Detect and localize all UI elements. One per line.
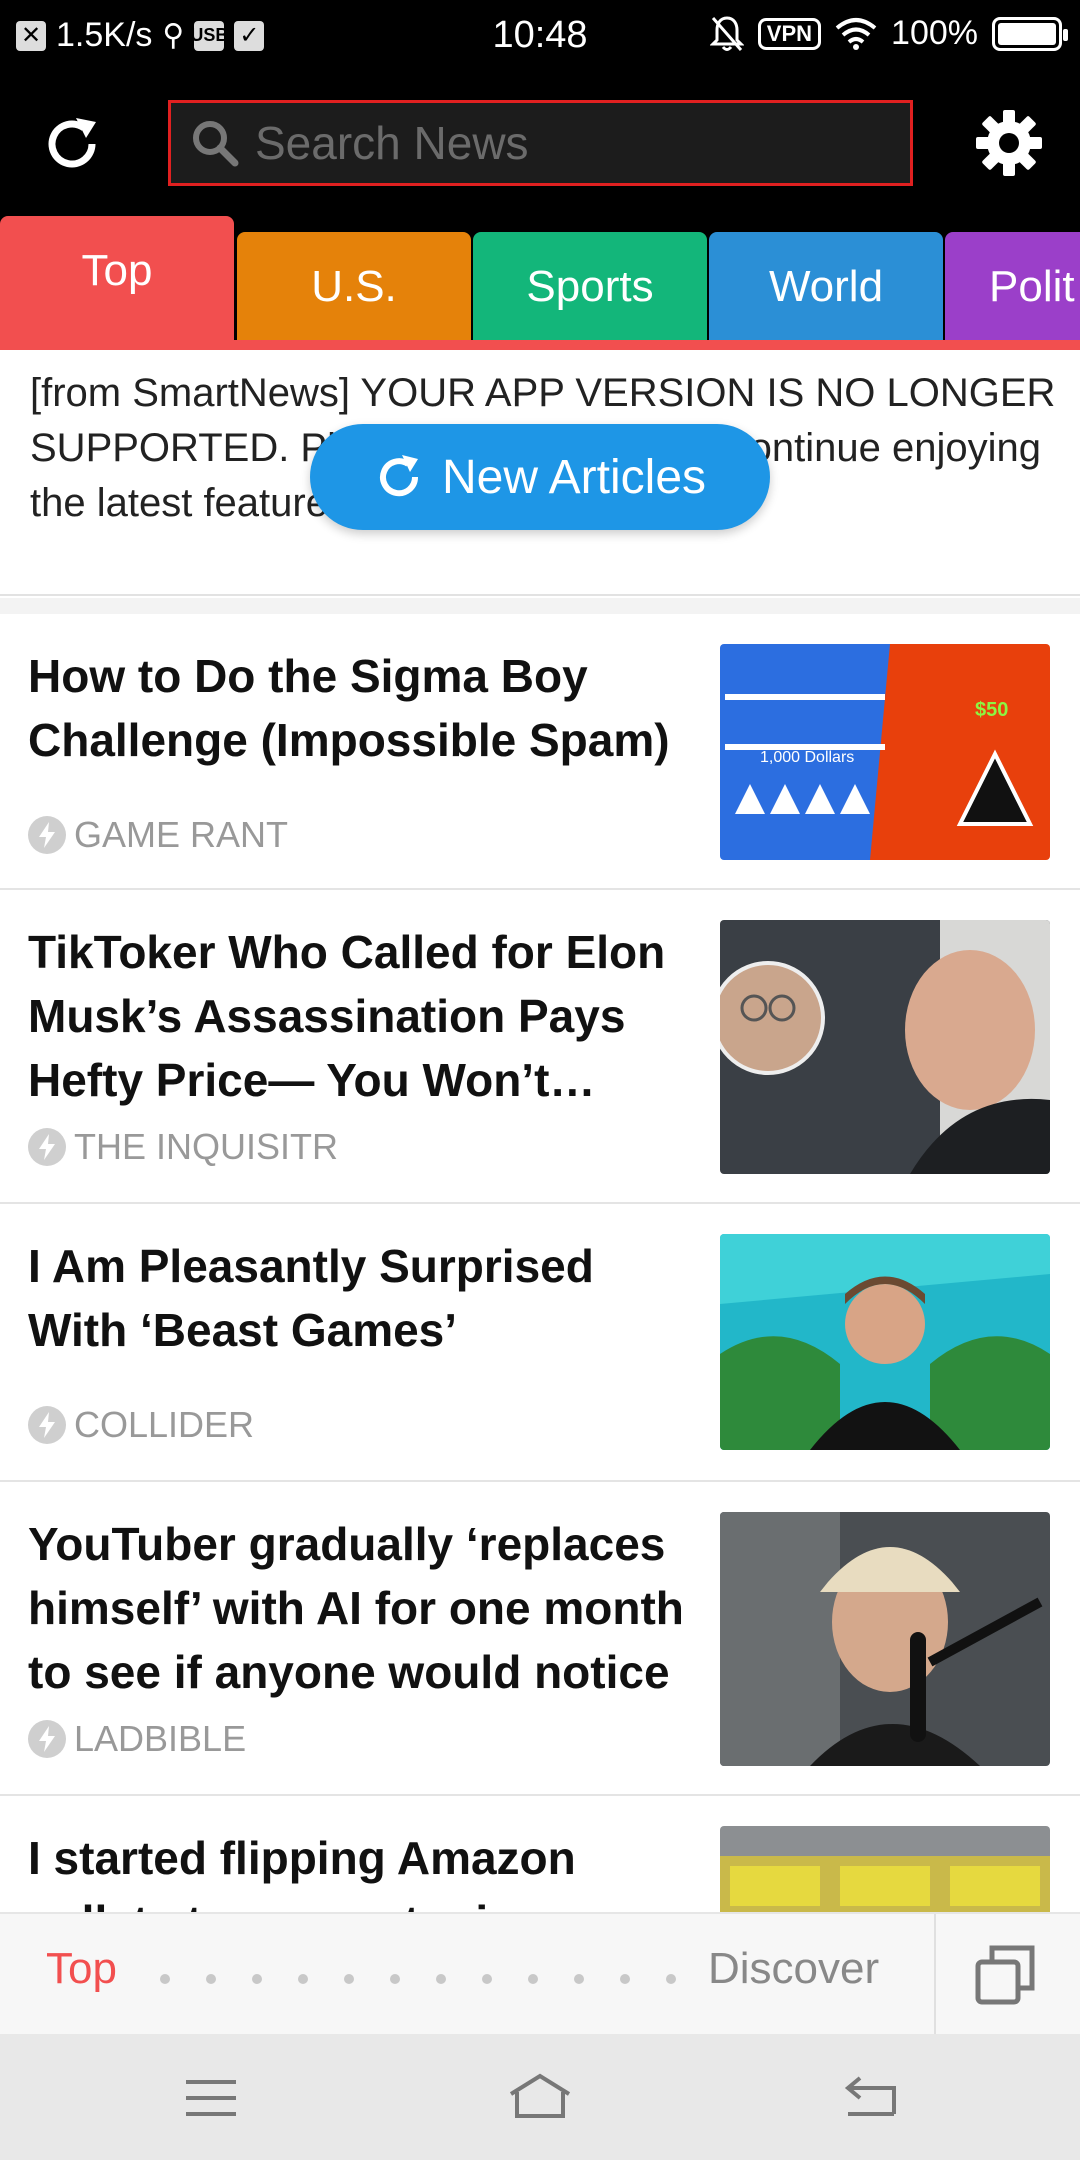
article-thumbnail (720, 1826, 1050, 1914)
article-source: GAME RANT (28, 814, 288, 856)
page-dot (344, 1974, 354, 1984)
tab-world[interactable]: World (709, 232, 943, 342)
thumb-price: $50 (975, 699, 1008, 721)
new-articles-button[interactable]: New Articles (310, 424, 770, 530)
page-dot (574, 1974, 584, 1984)
article-title: How to Do the Sigma Boy Challenge (Impos… (28, 650, 670, 766)
lightning-icon (28, 1720, 66, 1758)
vpn-badge: VPN (757, 17, 822, 50)
article-item[interactable]: I Am Pleasantly Surprised With ‘Beast Ga… (0, 1204, 1080, 1482)
source-name: LADBIBLE (74, 1718, 247, 1759)
tab-sports[interactable]: Sports (473, 232, 707, 342)
page-dot (252, 1974, 262, 1984)
nav-divider (934, 1914, 936, 2036)
category-tabs: Top U.S. Sports World Polit (0, 216, 1080, 350)
page-dot (390, 1974, 400, 1984)
thumb-caption: 1,000 Dollars (760, 749, 854, 766)
tab-underline (0, 340, 1080, 350)
page-dot (436, 1974, 446, 1984)
bottom-nav: Top Discover (0, 1912, 1080, 2036)
page-dot (206, 1974, 216, 1984)
tab-top[interactable]: Top (0, 216, 234, 340)
new-articles-label: New Articles (441, 450, 707, 504)
tab-label: World (768, 262, 884, 311)
tab-label: Polit (989, 262, 1075, 311)
refresh-icon[interactable] (40, 112, 104, 176)
system-nav-bar (0, 2034, 1080, 2160)
lightning-icon (28, 816, 66, 854)
article-thumbnail (720, 1234, 1050, 1450)
article-item[interactable]: How to Do the Sigma Boy Challenge (Impos… (0, 614, 1080, 890)
lightning-icon (28, 1128, 66, 1166)
bell-off-icon (709, 15, 744, 51)
article-item[interactable]: YouTuber gradually ‘replaces himself’ wi… (0, 1482, 1080, 1796)
article-title: TikToker Who Called for Elon Musk’s Assa… (28, 926, 666, 1106)
source-name: COLLIDER (74, 1404, 255, 1445)
home-icon[interactable] (505, 2068, 575, 2128)
search-icon (193, 121, 239, 167)
article-item[interactable]: TikToker Who Called for Elon Musk’s Assa… (0, 890, 1080, 1204)
article-title: I Am Pleasantly Surprised With ‘Beast Ga… (28, 1240, 594, 1356)
article-source: LADBIBLE (28, 1718, 246, 1760)
article-item[interactable]: I started flipping Amazon pallets to ear… (0, 1796, 1080, 1914)
page-dot (528, 1974, 538, 1984)
article-thumbnail: 1,000 Dollars $50 (720, 644, 1050, 860)
article-title: YouTuber gradually ‘replaces himself’ wi… (28, 1518, 684, 1698)
battery-percent: 100% (891, 14, 978, 52)
source-name: GAME RANT (74, 814, 289, 855)
status-right: VPN 100% (709, 14, 1068, 53)
wifi-icon (835, 17, 877, 50)
gear-icon[interactable] (974, 108, 1044, 178)
divider (0, 598, 1080, 614)
search-input[interactable] (255, 116, 895, 170)
page-dots (160, 1974, 676, 1984)
page-dot (298, 1974, 308, 1984)
article-source: THE INQUISITR (28, 1126, 338, 1168)
back-icon[interactable] (834, 2068, 904, 2128)
tab-label: Top (81, 246, 153, 295)
article-thumbnail (720, 920, 1050, 1174)
tab-us[interactable]: U.S. (237, 232, 471, 342)
tab-label: Sports (526, 262, 654, 311)
app-header (0, 72, 1080, 216)
article-thumbnail (720, 1512, 1050, 1766)
page-dot (620, 1974, 630, 1984)
battery-icon (992, 16, 1068, 51)
source-name: THE INQUISITR (74, 1126, 339, 1167)
page-dot (160, 1974, 170, 1984)
tabs-switcher-icon[interactable] (974, 1944, 1036, 2006)
lightning-icon (28, 1406, 66, 1444)
article-title: I started flipping Amazon pallets to ear… (28, 1832, 636, 1914)
status-bar: ✕ 1.5K/s ⚲ USB ✓ 10:48 VPN 100% (0, 0, 1080, 72)
search-box[interactable] (168, 100, 913, 186)
article-source: COLLIDER (28, 1404, 254, 1446)
tab-label: U.S. (311, 262, 397, 311)
article-list: How to Do the Sigma Boy Challenge (Impos… (0, 614, 1080, 1914)
nav-top[interactable]: Top (46, 1944, 117, 1994)
menu-icon[interactable] (176, 2068, 246, 2128)
refresh-icon (380, 455, 418, 497)
page-dot (666, 1974, 676, 1984)
page-dot (482, 1974, 492, 1984)
nav-discover[interactable]: Discover (708, 1944, 879, 1994)
tab-politics[interactable]: Polit (945, 232, 1080, 342)
